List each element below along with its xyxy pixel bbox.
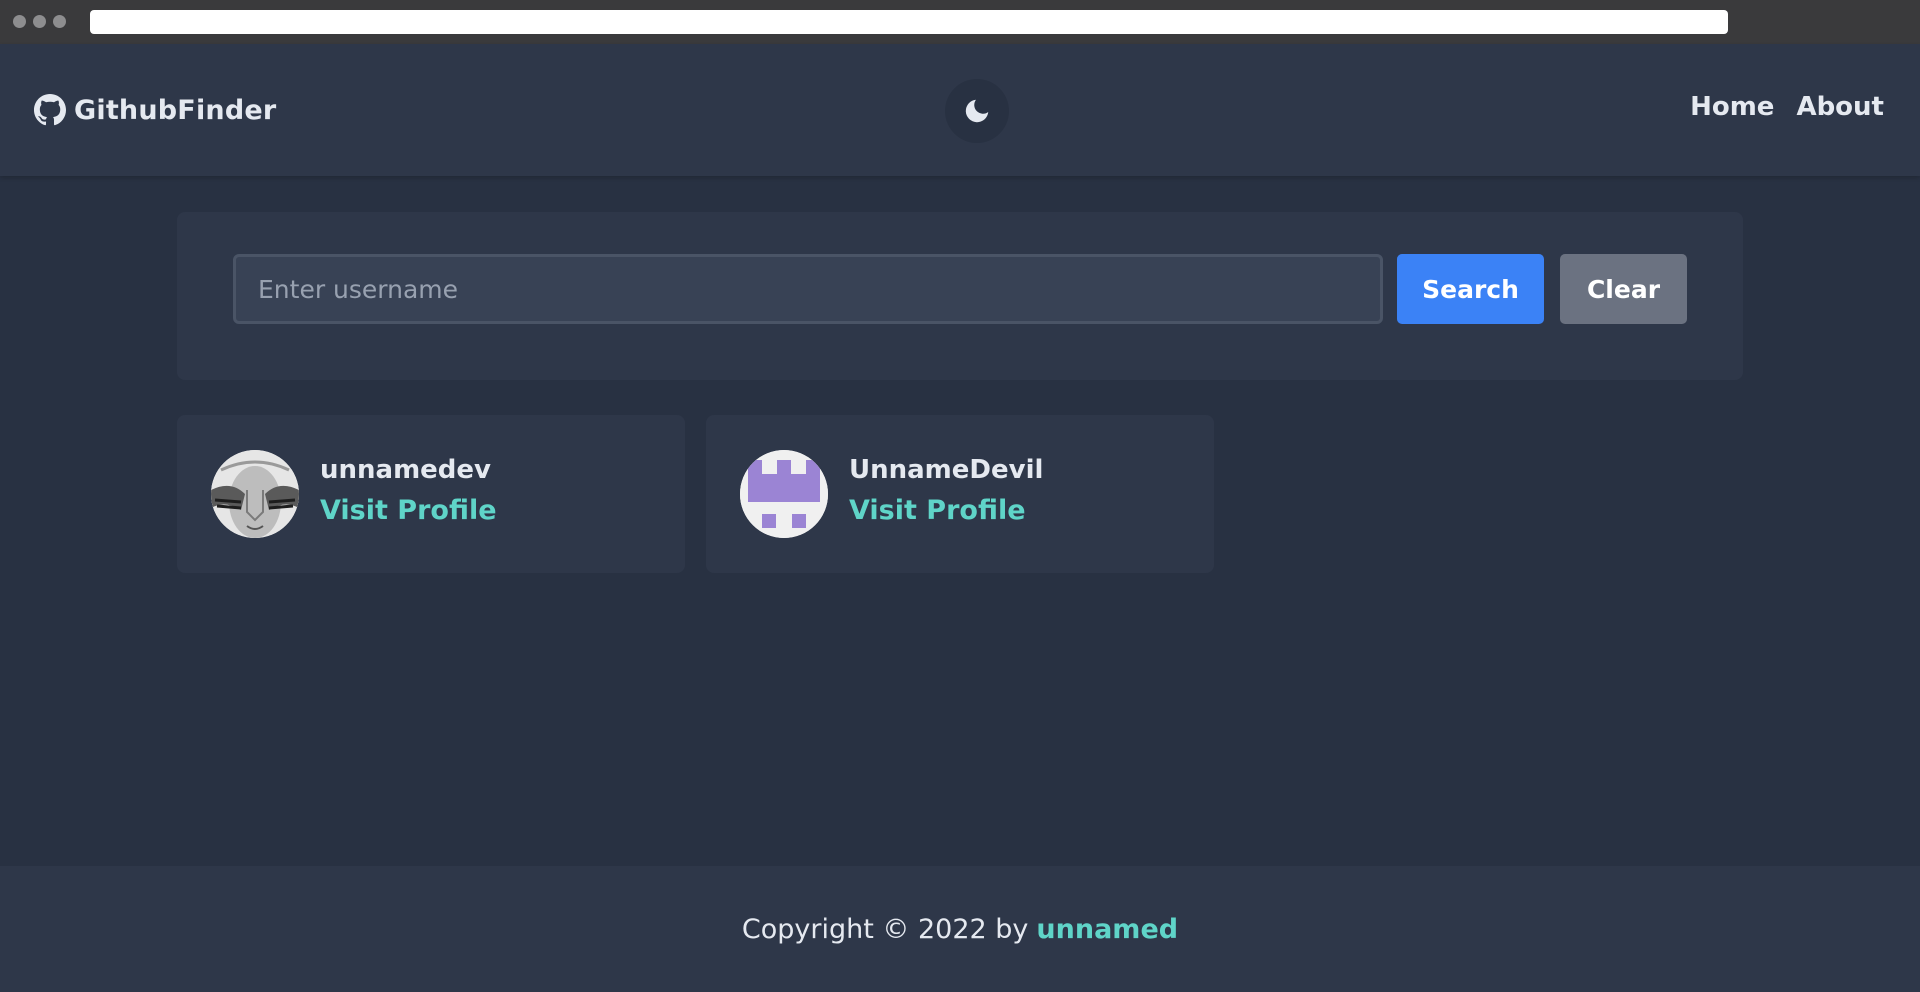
search-button[interactable]: Search [1397,254,1544,324]
search-card: Search Clear [177,212,1743,380]
username-search-input[interactable] [233,254,1383,324]
brand-title: GithubFinder [74,94,277,126]
username: unnamedev [320,455,491,485]
footer: Copyright © 2022 by unnamed [0,866,1920,992]
user-card: unnamedev Visit Profile [177,415,685,573]
window-close-dot[interactable] [13,15,26,28]
nav-home-link[interactable]: Home [1690,90,1774,124]
user-card: UnnameDevil Visit Profile [706,415,1214,573]
brand[interactable]: GithubFinder [34,90,276,130]
user-avatar [211,450,299,538]
identicon-avatar [740,450,828,538]
address-bar[interactable] [90,10,1728,34]
clear-button[interactable]: Clear [1560,254,1687,324]
copyright-text: Copyright © 2022 by [741,913,1029,945]
visit-profile-link[interactable]: Visit Profile [320,495,497,526]
nav-links: Home About [1690,90,1884,124]
window-minimize-dot[interactable] [33,15,46,28]
footer-author-link[interactable]: unnamed [1036,914,1178,945]
nav-about-link[interactable]: About [1796,90,1884,124]
browser-chrome [0,0,1920,44]
window-maximize-dot[interactable] [53,15,66,28]
github-icon [34,94,66,126]
navbar: GithubFinder Home About [0,44,1920,176]
user-avatar [740,450,828,538]
moon-icon [965,99,989,123]
theme-toggle-button[interactable] [945,79,1009,143]
user-avatar-photo [211,450,299,538]
username: UnnameDevil [849,455,1044,485]
visit-profile-link[interactable]: Visit Profile [849,495,1026,526]
